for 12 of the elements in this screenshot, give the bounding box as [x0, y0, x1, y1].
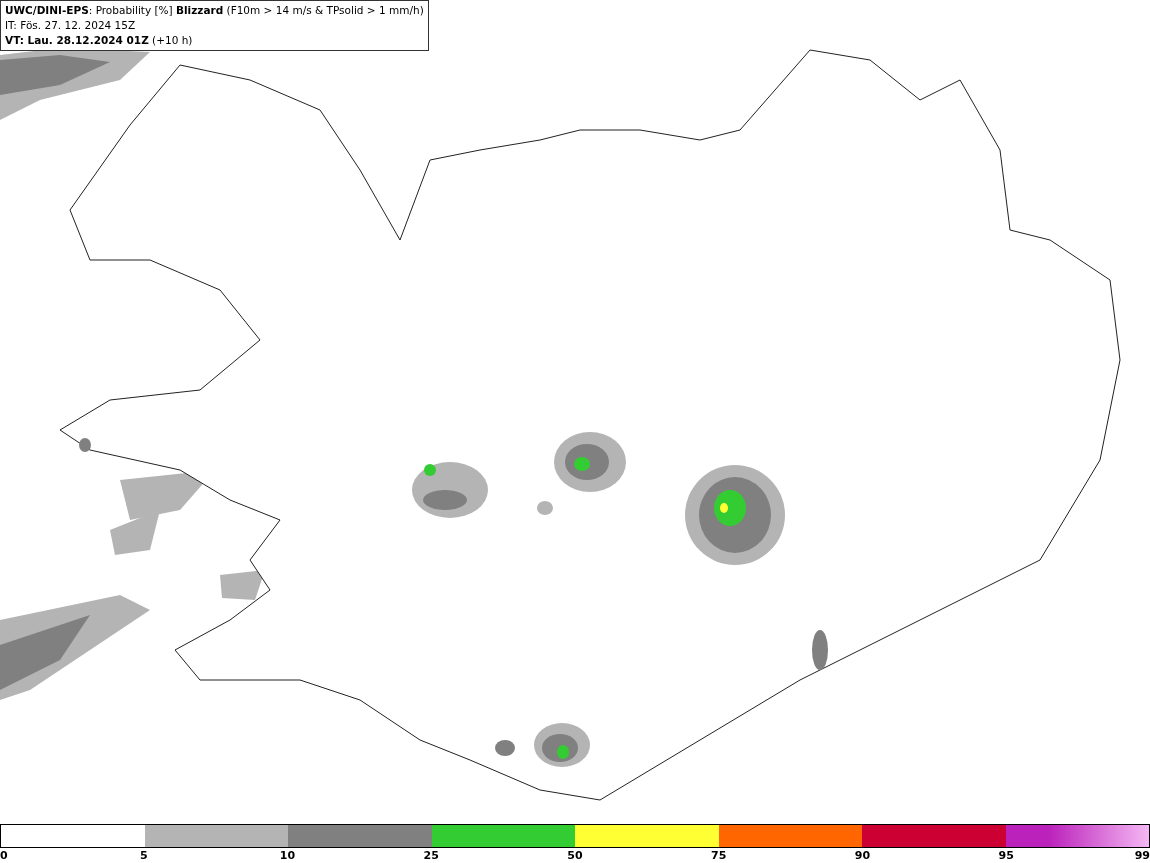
- title-line: VT: Lau. 28.12.2024 01Z (+10 h): [5, 33, 194, 48]
- scale-label: 10: [279, 849, 296, 862]
- scale-label: 0: [0, 849, 8, 862]
- scale-label: 95: [998, 849, 1014, 862]
- title-line: UWC/DINI-EPS: Probability [%] Blizzard (F10m > 14 m/s & TPsolid > 1 mm/h): [5, 3, 424, 18]
- scale-label: 99: [1134, 849, 1150, 862]
- title-line: IT: Fös. 27. 12. 2024 15Z: [5, 18, 137, 33]
- scale-label: 5: [139, 849, 148, 862]
- scale-label: 90: [854, 849, 871, 862]
- scale-label: 50: [567, 849, 583, 862]
- scale-label: 25: [423, 849, 439, 862]
- scale-label: 75: [711, 849, 727, 862]
